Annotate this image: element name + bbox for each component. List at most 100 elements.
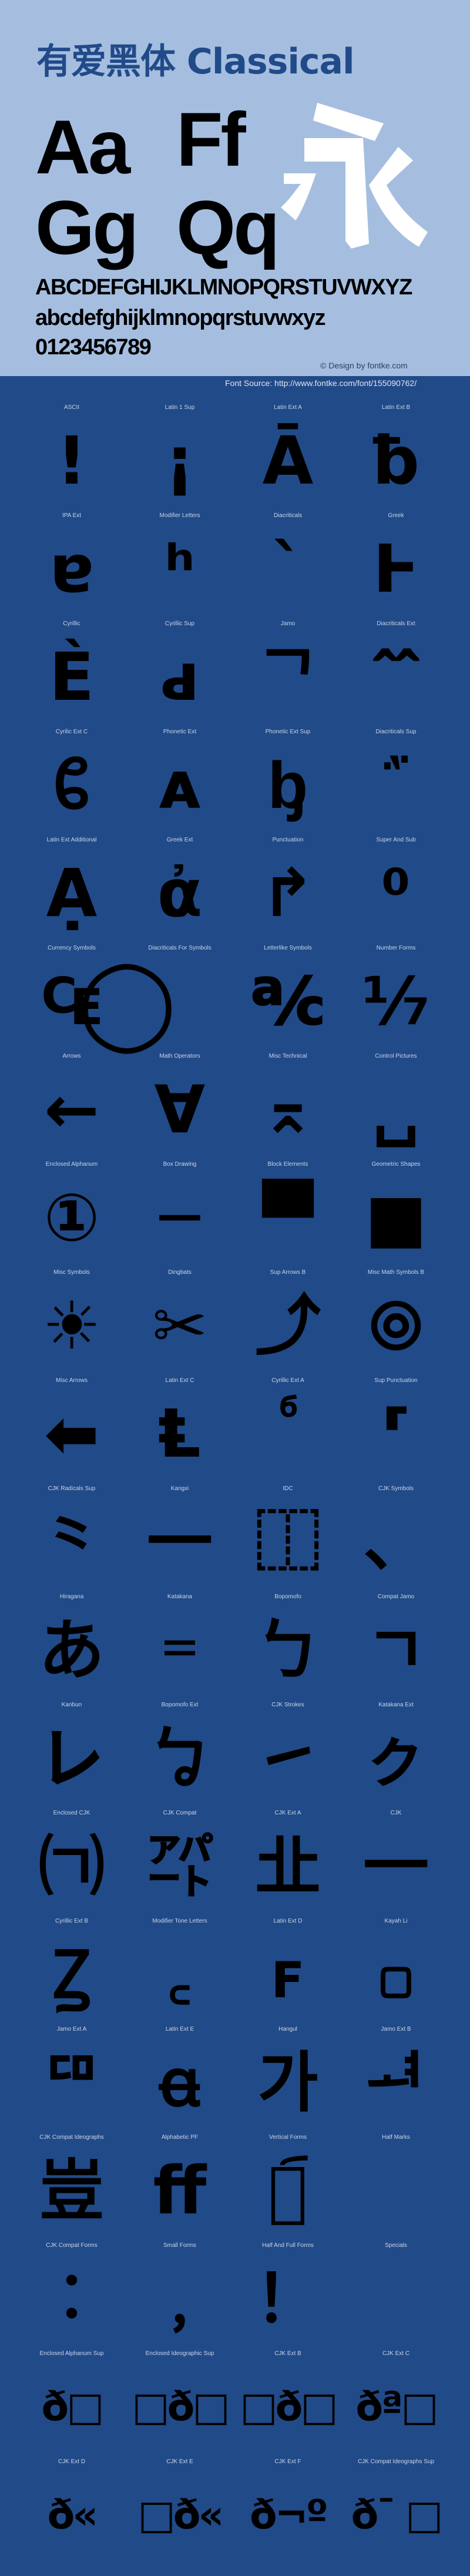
block-label: Sup Punctuation: [374, 1377, 418, 1384]
block-glyph: ㇰ: [363, 1720, 429, 1797]
block-cell: Hangul 가: [234, 2025, 342, 2133]
block-label: Enclosed Alphanum: [45, 1161, 98, 1168]
uppercase-sample: ABCDEFGHIJKLMNOPQRSTUVWXYZ: [35, 275, 412, 300]
block-glyph: ᷀: [342, 747, 450, 824]
block-glyph: ☀: [42, 1288, 102, 1364]
block-glyph: ￼: [342, 2261, 450, 2337]
block-label: Misc Math Symbols B: [367, 1269, 425, 1276]
block-cell: Bopomofo ㄅ: [234, 1592, 342, 1700]
block-cell: Misc Arrows ⬅: [18, 1376, 126, 1484]
block-glyph: ꬰ: [159, 2045, 200, 2121]
block-cell: Enclosed CJK ㈀: [18, 1809, 126, 1917]
block-cell: Super And Sub ⁰: [342, 836, 450, 944]
block-label: CJK Ext A: [274, 1810, 301, 1816]
block-glyph: あ: [39, 1612, 105, 1689]
sample-pair-ff: Ff: [176, 96, 246, 182]
block-label: CJK Ext F: [274, 2458, 301, 2465]
block-label: Misc Technical: [268, 1053, 307, 1059]
block-label: Punctuation: [272, 837, 304, 843]
block-glyph: ʰ: [164, 531, 195, 608]
block-glyph: ␣: [372, 1072, 420, 1148]
block-label: Math Operators: [159, 1053, 200, 1059]
block-label: Misc Symbols: [53, 1269, 90, 1276]
block-label: CJK Compat: [163, 1810, 197, 1816]
block-glyph: 豈: [39, 2153, 105, 2229]
block-label: Cyrillic Sup: [164, 620, 194, 627]
block-cell: Letterlike Symbols ℀: [234, 944, 342, 1052]
sample-pair-gg: Gg: [35, 185, 139, 270]
block-label: ASCII: [63, 404, 80, 411]
block-cell: CJK Compat ㌀: [126, 1809, 234, 1917]
block-label: Geometric Shapes: [371, 1161, 421, 1168]
block-glyph: ─: [160, 1180, 200, 1256]
block-cell: CJK 一: [342, 1809, 450, 1917]
block-label: Latin Ext D: [273, 1918, 303, 1924]
block-label: CJK Compat Ideographs: [39, 2134, 104, 2141]
block-cell: Enclosed Alphanum ①: [18, 1160, 126, 1268]
block-glyph: ←: [44, 1072, 99, 1148]
block-label: Block Elements: [267, 1161, 308, 1168]
block-cell: Greek Ext ἀ: [126, 836, 234, 944]
block-glyph: ︔︠: [268, 2153, 308, 2229]
block-glyph: ƀ: [372, 423, 420, 499]
block-label: Enclosed CJK: [53, 1810, 90, 1816]
block-glyph: ㌀: [147, 1829, 213, 1905]
block-label: CJK Symbols: [378, 1485, 414, 1492]
block-cell: Misc Math Symbols B ⦾: [342, 1268, 450, 1376]
block-cell: Jamo Ext A ꥠ: [18, 2025, 126, 2133]
font-source-link[interactable]: Font Source: http://www.fontke.com/font/…: [225, 378, 417, 388]
block-cell: Misc Symbols ☀: [18, 1268, 126, 1376]
block-cell: Cyrilic Ext C ᲀ: [18, 727, 126, 836]
block-label: Letterlike Symbols: [264, 945, 312, 951]
block-glyph: 、: [363, 1504, 429, 1581]
block-glyph: ①: [43, 1180, 100, 1256]
block-glyph: ꜀: [168, 1937, 192, 2013]
block-glyph: ð□: [41, 2384, 105, 2430]
block-label: Sup Arrows B: [270, 1269, 306, 1276]
block-glyph: ð¬º: [249, 2492, 328, 2538]
block-cell: CJK Compat Ideographs 豈: [18, 2133, 126, 2241]
block-label: Bopomofo Ext: [161, 1702, 199, 1708]
block-cell: Latin Ext A Ā: [234, 403, 342, 511]
block-cell: Kangxi ⼀: [126, 1484, 234, 1592]
block-glyph: !: [56, 423, 87, 499]
digits-sample: 0123456789: [35, 335, 152, 360]
block-cell: Latin Ext C Ⱡ: [126, 1376, 234, 1484]
block-cell: Jamo Ext B ힰ: [342, 2025, 450, 2133]
block-glyph: ðª□: [355, 2384, 438, 2430]
block-cell: Alphabetic PF ﬀ: [126, 2133, 234, 2241]
block-cell: Latin Ext D ꜰ: [234, 1917, 342, 2025]
block-label: Dingbats: [168, 1269, 192, 1276]
block-label: Modifier Letters: [159, 512, 200, 519]
block-glyph: ㆠ: [147, 1720, 213, 1797]
block-label: IDC: [283, 1485, 293, 1492]
block-label: Half And Full Forms: [262, 2242, 314, 2249]
block-glyph: □ð□: [240, 2384, 338, 2430]
block-label: Cyrillic Ext B: [55, 1918, 89, 1924]
block-glyph: ᄀ: [257, 639, 318, 716]
block-glyph: ɐ: [49, 531, 94, 608]
block-label: Latin Ext Additional: [46, 837, 97, 843]
block-label: Kangxi: [170, 1485, 189, 1492]
block-glyph: ∀: [154, 1072, 206, 1148]
block-glyph: ἀ: [157, 856, 203, 932]
block-cell: Cyrillic Ѐ: [18, 619, 126, 727]
block-cell: Compat Jamo ㄱ: [342, 1592, 450, 1700]
block-cell: Latin Ext Additional Ạ: [18, 836, 126, 944]
block-glyph: ꥠ: [41, 2045, 102, 2121]
block-cell: Hiragana あ: [18, 1592, 126, 1700]
block-cell: CJK Compat Forms ︰: [18, 2241, 126, 2349]
block-cell: Jamo ᄀ: [234, 619, 342, 727]
block-glyph: ゠: [147, 1612, 213, 1689]
block-cell: Half And Full Forms ！: [234, 2241, 342, 2349]
block-cell: Arrows ←: [18, 1052, 126, 1160]
block-label: Enclosed Alphanum Sup: [39, 2350, 104, 2357]
block-glyph: ㇀: [255, 1720, 321, 1797]
block-label: Cyrilic Ext C: [55, 729, 88, 735]
block-cell: CJK Ext F ð¬º: [234, 2457, 342, 2565]
block-glyph: □ð«: [137, 2492, 224, 2538]
block-cell: Kanbun ㆑: [18, 1700, 126, 1809]
block-label: Diacriticals: [273, 512, 303, 519]
block-cell: Diacriticals `: [234, 511, 342, 619]
block-label: CJK: [390, 1810, 402, 1816]
